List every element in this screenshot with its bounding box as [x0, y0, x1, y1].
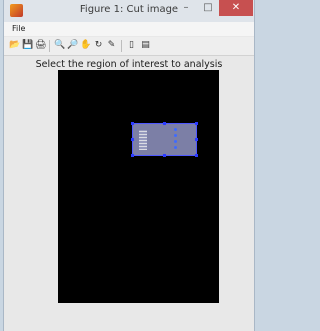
roi-handle-top[interactable] [163, 122, 166, 125]
image-axes[interactable] [58, 70, 219, 303]
roi-handle-bottom-right[interactable] [195, 154, 198, 157]
menu-bar: File [4, 22, 254, 36]
roi-handle-right[interactable] [195, 138, 198, 141]
minimize-button[interactable]: – [175, 0, 197, 16]
save-icon[interactable]: 💾 [22, 40, 33, 51]
zoom-out-icon[interactable]: 🔎 [67, 40, 78, 51]
title-bar[interactable]: Figure 1: Cut image – □ ✕ [4, 0, 254, 22]
roi-image-dot [174, 134, 177, 137]
pan-icon[interactable]: ✋ [80, 40, 91, 51]
figure-window: Figure 1: Cut image – □ ✕ File 📂 💾 🖨 🔍 🔎… [3, 0, 255, 331]
roi-image-dot [174, 146, 177, 149]
colorbar-icon[interactable]: ▯ [126, 40, 137, 51]
roi-rectangle[interactable] [131, 122, 198, 157]
rotate-3d-icon[interactable]: ↻ [93, 40, 104, 51]
roi-handle-left[interactable] [131, 138, 134, 141]
zoom-in-icon[interactable]: 🔍 [54, 40, 65, 51]
menu-file[interactable]: File [12, 24, 25, 33]
legend-icon[interactable]: ▤ [140, 40, 151, 51]
roi-handle-top-left[interactable] [131, 122, 134, 125]
roi-image-content [139, 130, 147, 150]
toolbar-separator [49, 40, 50, 52]
print-icon[interactable]: 🖨 [35, 40, 46, 51]
toolbar-separator [121, 40, 122, 52]
maximize-button[interactable]: □ [197, 0, 219, 16]
roi-handle-bottom-left[interactable] [131, 154, 134, 157]
toolbar: 📂 💾 🖨 🔍 🔎 ✋ ↻ ✎ ▯ ▤ [4, 37, 254, 56]
open-file-icon[interactable]: 📂 [9, 40, 20, 51]
roi-handle-top-right[interactable] [195, 122, 198, 125]
data-cursor-icon[interactable]: ✎ [106, 40, 117, 51]
figure-prompt-title: Select the region of interest to analysi… [35, 59, 223, 70]
roi-handle-bottom[interactable] [163, 154, 166, 157]
roi-image-dot [174, 140, 177, 143]
close-button[interactable]: ✕ [219, 0, 253, 16]
roi-image-dot [174, 128, 177, 131]
